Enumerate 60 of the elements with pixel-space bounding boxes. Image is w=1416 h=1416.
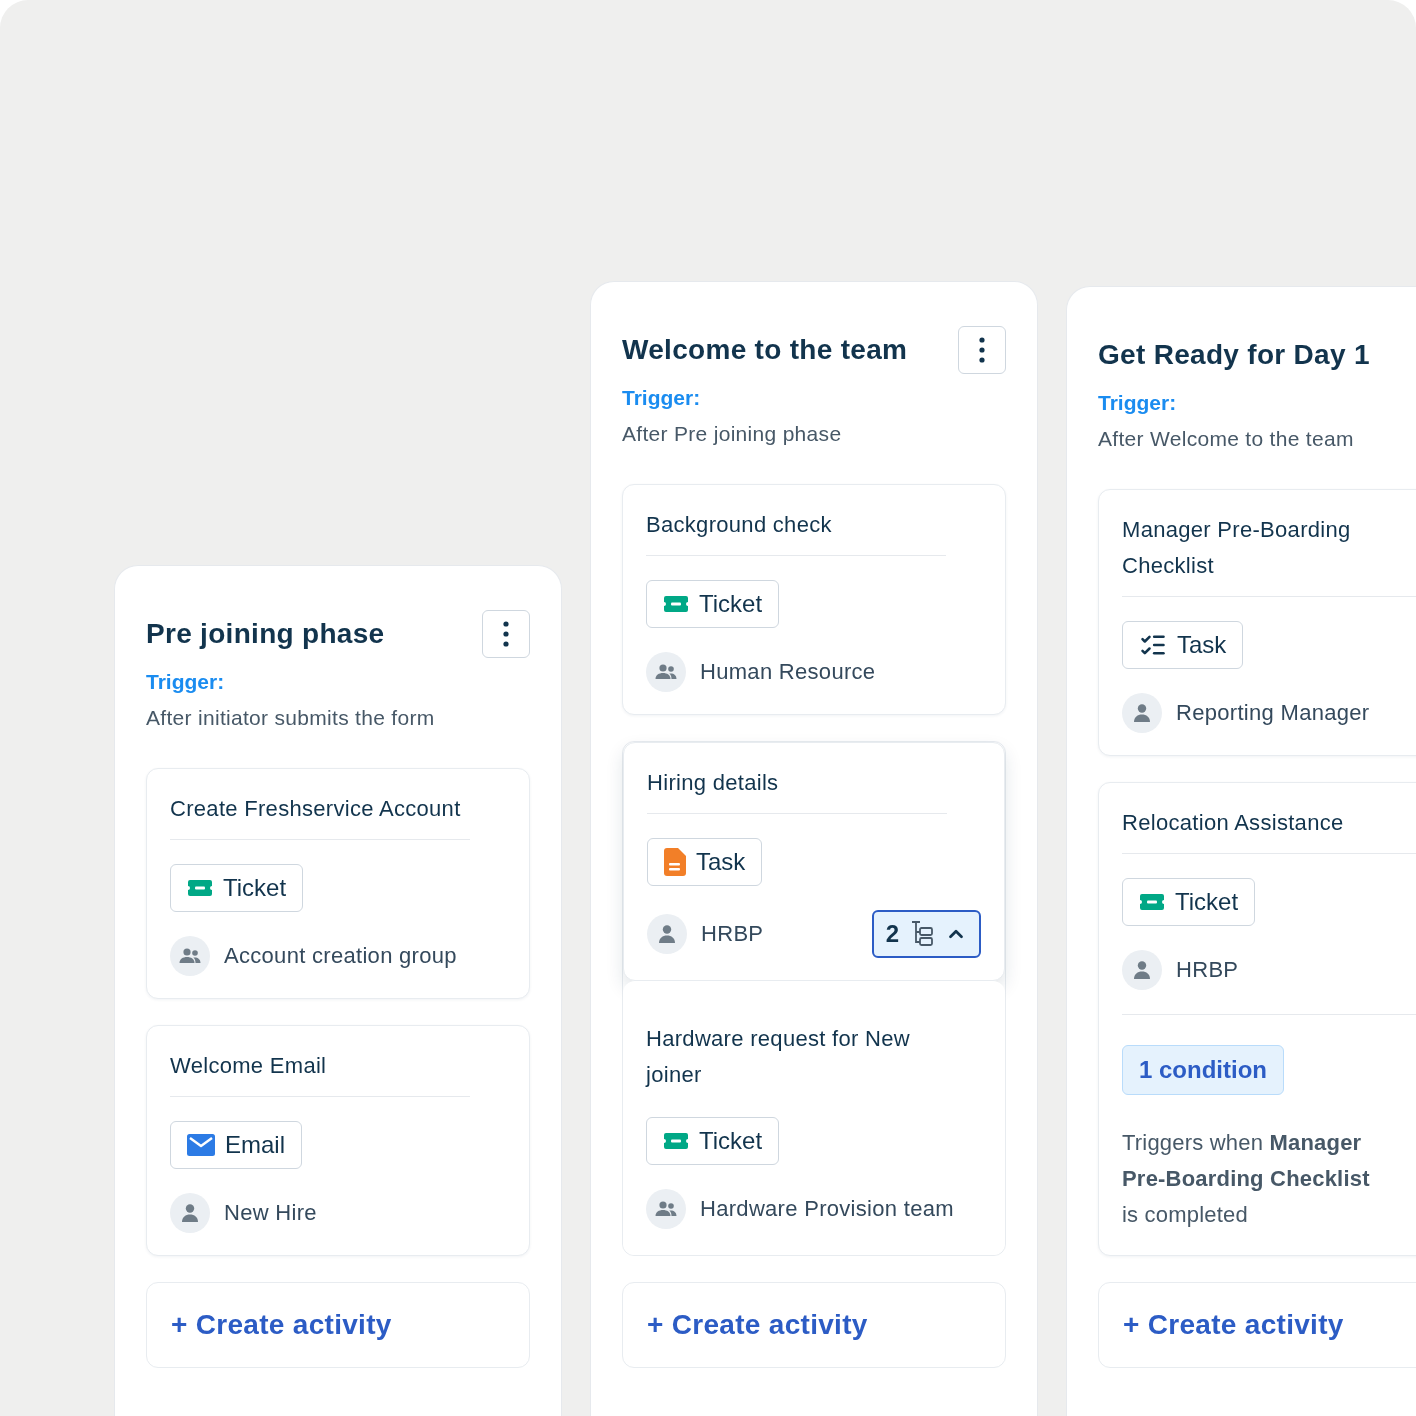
more-button[interactable] — [482, 610, 530, 658]
trigger-label: Trigger: — [146, 670, 226, 694]
phase-title: Pre joining phase — [146, 618, 385, 650]
envelope-icon — [187, 1134, 215, 1156]
create-activity-button[interactable]: + Create activity — [146, 1282, 530, 1368]
activity-title: Relocation Assistance — [1122, 805, 1416, 854]
person-icon — [182, 1204, 198, 1222]
more-icon — [979, 337, 985, 363]
activity-card[interactable]: Welcome Email Email New Hire — [146, 1025, 530, 1256]
ticket-icon — [663, 1132, 689, 1150]
more-button[interactable] — [958, 326, 1006, 374]
person-icon — [1134, 961, 1150, 979]
activity-title: Manager Pre-Boarding Checklist — [1122, 512, 1416, 597]
activity-title: Background check — [646, 507, 946, 556]
person-icon — [1134, 704, 1150, 722]
trigger-text: After initiator submits the form — [146, 706, 436, 730]
assignee-name: Account creation group — [224, 943, 458, 969]
document-icon — [664, 848, 686, 876]
activity-type-tag[interactable]: Task — [647, 838, 763, 886]
subtasks-toggle[interactable]: 2 — [871, 910, 981, 958]
activity-title: Hardware request for New joiner — [646, 1025, 911, 1089]
group-icon — [655, 664, 677, 680]
assignee-name: Human Resource — [700, 659, 877, 685]
activity-type-tag[interactable]: Email — [170, 1121, 302, 1169]
activity-type-tag[interactable]: Ticket — [1122, 878, 1256, 926]
trigger-label: Trigger: — [622, 386, 702, 410]
activity-type-tag[interactable]: Task — [1122, 621, 1244, 669]
activity-card[interactable]: Create Freshservice Account Ticket Account creation group — [146, 768, 530, 999]
activity-type-tag[interactable]: Ticket — [646, 580, 780, 628]
activity-title: Hiring details — [647, 765, 947, 814]
trigger-label: Trigger: — [1098, 391, 1178, 415]
group-icon — [179, 948, 201, 964]
activity-type-tag[interactable]: Ticket — [646, 1117, 780, 1165]
trigger-text: After Welcome to the team — [1098, 427, 1355, 451]
assignee-name: Reporting Manager — [1176, 700, 1371, 726]
hierarchy-icon — [911, 921, 933, 947]
ticket-icon — [663, 595, 689, 613]
phase-title: Get Ready for Day 1 — [1098, 339, 1370, 371]
create-activity-button[interactable]: + Create activity — [622, 1282, 1006, 1368]
activity-title: Create Freshservice Account — [170, 791, 470, 840]
activity-title: Welcome Email — [170, 1048, 470, 1097]
activity-card[interactable]: Background check Ticket Human Resource — [622, 484, 1006, 715]
condition-badge[interactable]: 1 condition — [1122, 1045, 1284, 1095]
condition-text: Triggers when Manager Pre-Boarding Checklist is completed — [1122, 1129, 1371, 1229]
ticket-icon — [1139, 893, 1165, 911]
group-icon — [655, 1201, 677, 1217]
assignee-name: HRBP — [1176, 957, 1240, 983]
activity-type-tag[interactable]: Ticket — [170, 864, 304, 912]
more-icon — [503, 621, 509, 647]
assignee-name: New Hire — [224, 1200, 318, 1226]
phase-title: Welcome to the team — [622, 334, 908, 366]
person-icon — [659, 925, 675, 943]
activity-card[interactable]: Relocation Assistance Ticket HRBP 1 condition Triggers when Manager Pre-Boarding Checklist is completed — [1098, 782, 1416, 1256]
ticket-icon — [187, 879, 213, 897]
activity-card[interactable]: Manager Pre-Boarding Checklist Task Reporting Manager — [1098, 489, 1416, 756]
create-activity-button[interactable]: + Create activity — [1098, 1282, 1416, 1368]
assignee-name: HRBP — [701, 921, 765, 947]
assignee-name: Hardware Provision team — [700, 1196, 955, 1222]
trigger-text: After Pre joining phase — [622, 422, 843, 446]
activity-card[interactable]: Hiring details Task HRBP 2 — [623, 742, 1005, 981]
